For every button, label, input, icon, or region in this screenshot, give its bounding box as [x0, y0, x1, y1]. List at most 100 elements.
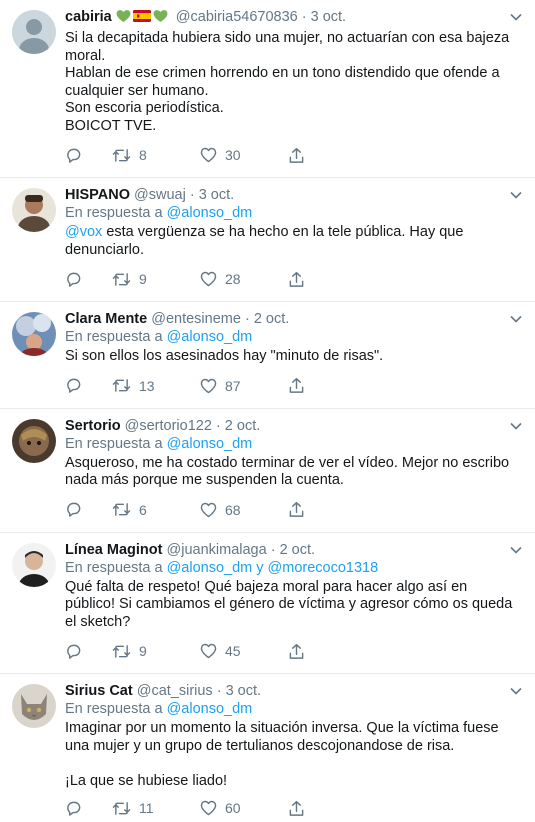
like-icon — [200, 147, 217, 163]
retweet-button[interactable]: 6 — [112, 501, 200, 518]
reply-to-link[interactable]: @alonso_dm — [167, 205, 253, 221]
reply-button[interactable] — [65, 501, 112, 518]
share-button[interactable] — [288, 501, 376, 518]
tweet-text-line: BOICOT TVE. — [65, 117, 157, 134]
reply-to-link[interactable]: @alonso_dm y @morecoco1318 — [167, 560, 379, 576]
reply-to-link[interactable]: @alonso_dm — [167, 436, 253, 452]
tweet-date[interactable]: 3 oct. — [199, 187, 234, 203]
author-name[interactable]: Sirius Cat — [65, 683, 133, 699]
mention-link[interactable]: @vox — [65, 224, 102, 240]
share-button[interactable] — [288, 643, 376, 660]
tweet[interactable]: Sertorio @sertorio122 · 2 oct. En respue… — [0, 409, 535, 533]
like-icon — [200, 800, 217, 816]
share-icon — [289, 643, 304, 659]
tweet-date[interactable]: 2 oct. — [280, 542, 315, 558]
tweet[interactable]: Sirius Cat @cat_sirius · 3 oct. En respu… — [0, 674, 535, 822]
reply-to-link[interactable]: @alonso_dm — [167, 701, 253, 717]
tweet[interactable]: Línea Maginot @juankimalaga · 2 oct. En … — [0, 533, 535, 674]
reply-button[interactable] — [65, 271, 112, 288]
retweet-button[interactable]: 9 — [112, 643, 200, 660]
like-button[interactable]: 30 — [200, 147, 288, 163]
reply-context: En respuesta a @alonso_dm — [65, 204, 521, 222]
reply-prefix: En respuesta a — [65, 205, 163, 221]
avatar[interactable] — [12, 542, 56, 587]
like-button[interactable]: 45 — [200, 643, 288, 659]
reply-prefix: En respuesta a — [65, 435, 163, 452]
reply-context: En respuesta a @alonso_dm y @morecoco131… — [65, 559, 521, 577]
share-icon — [289, 147, 304, 163]
reply-context: En respuesta a @alonso_dm — [65, 700, 521, 718]
tweet-date[interactable]: 2 oct. — [225, 418, 260, 434]
tweet-header: Clara Mente @entesineme · 2 oct. — [65, 311, 290, 327]
retweet-icon — [112, 644, 131, 658]
retweet-button[interactable]: 11 — [112, 800, 200, 817]
chevron-down-icon[interactable] — [509, 10, 523, 24]
reply-button[interactable] — [65, 643, 112, 660]
tweet-header: HISPANO @swuaj · 3 oct. — [65, 187, 235, 203]
like-button[interactable]: 87 — [200, 378, 288, 394]
share-button[interactable] — [288, 271, 376, 288]
tweet-date[interactable]: 3 oct. — [311, 9, 346, 25]
green-heart-icon — [153, 10, 168, 22]
tweet-actions: 9 28 — [65, 265, 521, 293]
like-button[interactable]: 28 — [200, 271, 288, 287]
tweet-text: Si la decapitada hubiera sido una mujer,… — [65, 30, 521, 135]
chevron-down-icon[interactable] — [509, 312, 523, 326]
tweet-feed: cabiria @cabiria54670836 · 3 oct. Si la … — [0, 0, 535, 822]
tweet-text: Imaginar por un momento la situación inv… — [65, 720, 521, 790]
tweet-date[interactable]: 3 oct. — [226, 683, 261, 699]
share-button[interactable] — [288, 377, 376, 394]
author-name[interactable]: Línea Maginot — [65, 542, 162, 558]
share-button[interactable] — [288, 800, 376, 817]
retweet-button[interactable]: 8 — [112, 147, 200, 164]
author-handle[interactable]: @entesineme — [151, 311, 241, 327]
share-icon — [289, 501, 304, 517]
reply-icon — [67, 272, 81, 287]
author-handle[interactable]: @sertorio122 — [125, 418, 212, 434]
tweet[interactable]: Clara Mente @entesineme · 2 oct. En resp… — [0, 302, 535, 409]
like-count: 28 — [225, 271, 241, 287]
share-button[interactable] — [288, 147, 376, 164]
like-button[interactable]: 60 — [200, 800, 288, 816]
tweet-text-line: @vox esta vergüenza se ha hecho en la te… — [65, 224, 521, 259]
author-handle[interactable]: @swuaj — [134, 187, 186, 203]
avatar[interactable] — [12, 418, 56, 463]
like-icon — [200, 271, 217, 287]
tweet-text-rest: esta vergüenza se ha hecho en la tele pú… — [65, 224, 464, 258]
tweet-text-line: Imaginar por un momento la situación inv… — [65, 720, 499, 754]
tweet[interactable]: HISPANO @swuaj · 3 oct. En respuesta a @… — [0, 178, 535, 302]
reply-to-link[interactable]: @alonso_dm — [167, 329, 253, 345]
author-name[interactable]: cabiria — [65, 9, 112, 25]
reply-button[interactable] — [65, 147, 112, 164]
tweet-date[interactable]: 2 oct. — [254, 311, 289, 327]
author-handle[interactable]: @cabiria54670836 — [176, 9, 298, 25]
chevron-down-icon[interactable] — [509, 188, 523, 202]
tweet[interactable]: cabiria @cabiria54670836 · 3 oct. Si la … — [0, 0, 535, 178]
chevron-down-icon[interactable] — [509, 543, 523, 557]
reply-button[interactable] — [65, 377, 112, 394]
chevron-down-icon[interactable] — [509, 419, 523, 433]
author-name[interactable]: Clara Mente — [65, 311, 147, 327]
like-icon — [200, 378, 217, 393]
tweet-header: Sertorio @sertorio122 · 2 oct. — [65, 417, 261, 434]
chevron-down-icon[interactable] — [509, 684, 523, 698]
reply-button[interactable] — [65, 800, 112, 817]
avatar[interactable] — [12, 10, 56, 54]
like-button[interactable]: 68 — [200, 502, 288, 518]
tweet-header: Sirius Cat @cat_sirius · 3 oct. — [65, 683, 262, 699]
tweet-header: Línea Maginot @juankimalaga · 2 oct. — [65, 541, 316, 558]
reply-context: En respuesta a @alonso_dm — [65, 328, 521, 346]
reply-icon — [67, 148, 81, 163]
spain-flag-icon — [132, 10, 151, 22]
avatar[interactable] — [12, 684, 56, 728]
author-name[interactable]: HISPANO — [65, 187, 130, 203]
author-handle[interactable]: @cat_sirius — [137, 683, 213, 699]
author-handle[interactable]: @juankimalaga — [167, 542, 267, 558]
author-name[interactable]: Sertorio — [65, 418, 121, 434]
like-icon — [200, 502, 217, 517]
avatar[interactable] — [12, 188, 56, 232]
retweet-button[interactable]: 13 — [112, 377, 200, 394]
avatar[interactable] — [12, 312, 56, 356]
retweet-icon — [112, 272, 131, 286]
retweet-button[interactable]: 9 — [112, 271, 200, 288]
